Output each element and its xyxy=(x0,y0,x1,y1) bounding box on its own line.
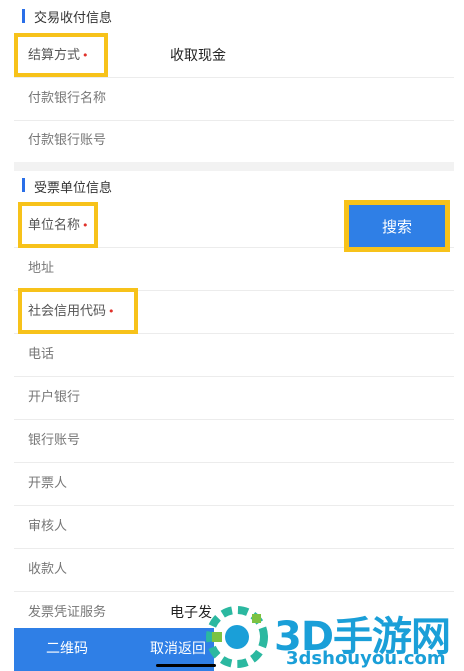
phone-row[interactable]: 电话 xyxy=(14,334,454,377)
address-label: 地址 xyxy=(28,261,55,276)
address-row[interactable]: 地址 xyxy=(14,248,454,291)
payer-account-label: 付款银行账号 xyxy=(28,133,107,148)
bank-label: 开户银行 xyxy=(28,390,81,405)
section-accent-bar xyxy=(22,178,25,192)
highlight-box xyxy=(18,202,98,248)
section-title: 交易收付信息 xyxy=(34,11,113,26)
highlight-box xyxy=(14,33,108,77)
payee-row[interactable]: 收款人 xyxy=(14,549,454,592)
payer-bank-row[interactable]: 付款银行名称 xyxy=(14,78,454,121)
bank-account-label: 银行账号 xyxy=(28,433,81,448)
bank-row[interactable]: 开户银行 xyxy=(14,377,454,420)
issuer-row[interactable]: 开票人 xyxy=(14,463,454,506)
section-accent-bar xyxy=(22,9,25,23)
section-title: 受票单位信息 xyxy=(34,181,113,196)
issuer-label: 开票人 xyxy=(28,476,68,491)
highlight-box xyxy=(18,288,138,334)
search-button[interactable]: 搜索 xyxy=(344,200,450,252)
transaction-section-header: 交易收付信息 xyxy=(14,4,464,28)
phone-label: 电话 xyxy=(28,347,55,362)
watermark-logo-icon xyxy=(206,606,268,668)
qrcode-button[interactable]: 二维码 xyxy=(46,628,88,671)
watermark-url: 3dshouyou.com xyxy=(286,648,446,669)
bank-account-row[interactable]: 银行账号 xyxy=(14,420,454,463)
payer-bank-label: 付款银行名称 xyxy=(28,91,107,106)
reviewer-row[interactable]: 审核人 xyxy=(14,506,454,549)
settlement-method-value[interactable]: 收取现金 xyxy=(170,35,226,77)
reviewer-label: 审核人 xyxy=(28,519,68,534)
payee-label: 收款人 xyxy=(28,562,68,577)
section-divider xyxy=(14,162,454,171)
watermark: 3D手游网 3dshouyou.com xyxy=(206,604,464,671)
receiver-section-header: 受票单位信息 xyxy=(14,173,464,199)
payer-account-row[interactable]: 付款银行账号 xyxy=(14,120,454,162)
